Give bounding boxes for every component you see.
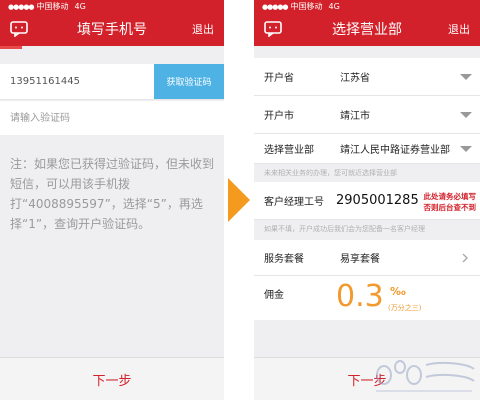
signal-icon: ●●●●●: [262, 3, 289, 11]
status-bar: ●●●●● 中国移动 4G: [0, 0, 224, 14]
screen-branch-select: ●●●●● 中国移动 4G 选择营业部 退出 开户省 江苏省 开户市 靖江市 选择营…: [254, 0, 480, 400]
network-label: 4G: [328, 2, 340, 11]
service-label: 服务套餐: [264, 254, 304, 265]
manager-row[interactable]: 客户经理工号 2905001285 此处请务必填写 否则后台查不到: [254, 182, 480, 220]
manager-warning-line1: 此处请务必填写: [423, 192, 477, 201]
branch-value: 靖江人民中路证券营业部: [340, 145, 450, 156]
arrow-right-icon: [228, 178, 250, 222]
nav-bar: 选择营业部 退出: [254, 14, 480, 46]
dropdown-arrow-icon: [460, 73, 472, 80]
verification-code-input[interactable]: [10, 101, 190, 135]
network-label: 4G: [74, 2, 86, 11]
screen-phone-entry: ●●●●●中国移动 4G 填写手机号 退出 获取验证码 注：如果您已获得过验证码，…: [0, 0, 224, 400]
next-button[interactable]: 下一步: [0, 357, 224, 400]
province-select[interactable]: 开户省 江苏省: [254, 58, 480, 96]
branch-label: 选择营业部: [264, 145, 314, 156]
commission-unit-text: (万分之三): [388, 304, 422, 312]
phone-row: 获取验证码: [0, 64, 224, 100]
status-bar: ●●●●● 中国移动 4G: [254, 0, 480, 14]
signal-icon: ●●●●●: [8, 3, 35, 11]
city-label: 开户市: [264, 111, 294, 122]
dropdown-arrow-icon: [460, 111, 472, 118]
branch-select[interactable]: 选择营业部 靖江人民中路证券营业部: [254, 134, 480, 164]
watermark-logo: [376, 360, 475, 392]
province-value: 江苏省: [340, 73, 370, 84]
service-value: 易享套餐: [340, 254, 380, 265]
city-value: 靖江市: [340, 111, 370, 122]
code-row: [0, 101, 224, 135]
help-note: 注：如果您已获得过验证码，但未收到短信，可以用该手机拨打“4008895597”…: [10, 157, 215, 231]
manager-warning-line2: 否则后台查不到: [423, 203, 477, 212]
commission-label: 佣金: [264, 290, 284, 301]
phone-input[interactable]: [10, 64, 140, 99]
commission-value: 0.3: [336, 279, 384, 314]
manager-id-input[interactable]: 2905001285: [336, 182, 419, 219]
commission-row: 佣金 0.3 ‰ (万分之三): [254, 276, 480, 320]
carrier-label: 中国移动: [290, 2, 323, 11]
city-select[interactable]: 开户市 靖江市: [254, 96, 480, 134]
page-title: 选择营业部: [332, 22, 402, 38]
commission-unit: ‰: [390, 285, 406, 298]
progress-bar: [0, 46, 22, 49]
manager-warning: 此处请务必填写 否则后台查不到: [424, 191, 477, 213]
chevron-right-icon: [462, 253, 468, 262]
carrier-label: 中国移动: [36, 2, 69, 11]
manager-label: 客户经理工号: [264, 197, 324, 208]
exit-button[interactable]: 退出: [192, 14, 214, 46]
nav-bar: 填写手机号 退出: [0, 14, 224, 46]
manager-hint: 如果不填，开户成功后我们会为您配备一名客户经理: [264, 225, 425, 233]
exit-button[interactable]: 退出: [448, 14, 470, 46]
branch-hint: 未来相关业务的办理，您可就近选择营业部: [264, 169, 397, 177]
get-code-button[interactable]: 获取验证码: [154, 64, 224, 99]
province-label: 开户省: [264, 73, 294, 84]
dropdown-arrow-icon: [460, 145, 472, 152]
service-row[interactable]: 服务套餐 易享套餐: [254, 240, 480, 276]
page-title: 填写手机号: [77, 22, 147, 38]
